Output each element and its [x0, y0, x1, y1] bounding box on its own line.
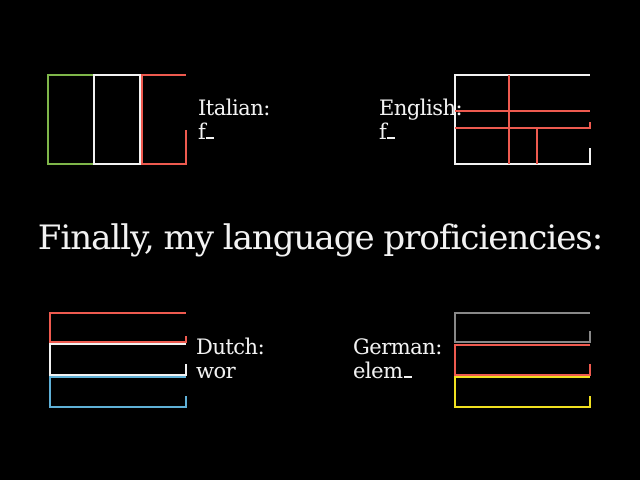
italian-level-text: f	[198, 120, 206, 144]
italian-flag-green-band	[47, 74, 94, 165]
english-level: f	[379, 120, 396, 144]
italian-label: Italian:	[198, 96, 270, 120]
italian-flag-red-band	[141, 74, 187, 165]
italian-level: f	[198, 120, 215, 144]
typing-cursor	[387, 137, 396, 139]
page-title: Finally, my language proficiencies:	[37, 218, 603, 258]
dutch-label: Dutch:	[196, 335, 265, 359]
german-level: elem	[353, 361, 412, 382]
english-label: English:	[379, 96, 463, 120]
german-label: German:	[353, 335, 442, 359]
dutch-level: wor	[196, 359, 236, 383]
typing-cursor	[206, 137, 215, 139]
english-flag	[454, 74, 591, 165]
german-flag	[454, 312, 591, 408]
italian-flag	[47, 74, 187, 165]
german-level-text: elem	[353, 359, 403, 383]
dutch-flag-white-band	[49, 343, 187, 376]
english-flag-red-band	[455, 122, 591, 129]
german-flag-black-band	[454, 312, 591, 343]
typing-cursor	[403, 376, 412, 378]
dutch-flag-blue-band	[49, 376, 187, 408]
german-flag-red-band	[454, 344, 591, 376]
english-level-text: f	[379, 120, 387, 144]
italian-flag-white-band	[93, 74, 141, 165]
dutch-flag-red-band	[49, 312, 187, 343]
german-flag-gold-band	[454, 376, 591, 408]
english-flag-outline	[454, 74, 591, 165]
dutch-level-text: wor	[196, 359, 236, 383]
dutch-flag	[49, 312, 187, 408]
